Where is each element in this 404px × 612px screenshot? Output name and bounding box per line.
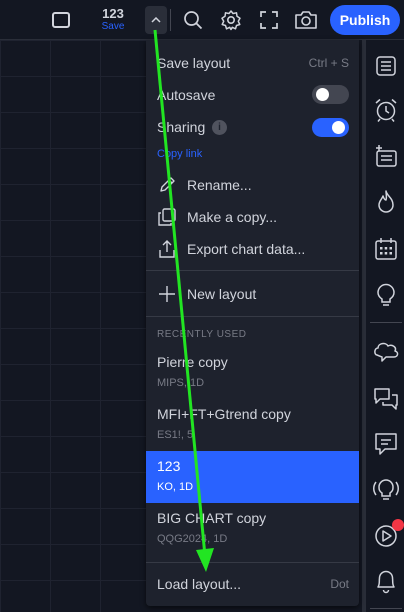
- fullscreen-icon[interactable]: [256, 8, 282, 32]
- recent-layout-symbol: KO, 1D: [157, 481, 194, 493]
- copy-link[interactable]: Copy link: [157, 148, 202, 160]
- load-layout-label: Load layout...: [157, 576, 242, 592]
- chart-area[interactable]: [0, 40, 146, 612]
- recent-layout-name: 123: [157, 458, 181, 474]
- export-item[interactable]: Export chart data...: [146, 236, 359, 262]
- plus-icon: [156, 283, 178, 305]
- gear-icon[interactable]: [218, 8, 244, 32]
- export-icon: [156, 238, 178, 260]
- make-copy-item[interactable]: Make a copy...: [146, 204, 359, 230]
- camera-icon[interactable]: [293, 8, 319, 32]
- autosave-item[interactable]: Autosave: [146, 82, 359, 108]
- calendar-icon[interactable]: [372, 235, 400, 263]
- new-layout-item[interactable]: New layout: [146, 281, 359, 307]
- ideas-lightbulb-icon[interactable]: [372, 282, 400, 310]
- menu-divider: [146, 316, 359, 317]
- live-stream-icon[interactable]: [372, 477, 400, 505]
- save-layout-button[interactable]: 123 Save: [95, 6, 131, 34]
- layout-dropdown-menu: Save layout Ctrl + S Autosave Sharing i …: [146, 40, 359, 606]
- recent-layout-name: MFI+FT+Gtrend copy: [157, 406, 291, 422]
- copy-icon: [156, 206, 178, 228]
- top-toolbar: 123 Save Publish: [0, 0, 404, 40]
- recent-layout-symbol: QQG2024, 1D: [157, 533, 228, 545]
- recent-layout-item[interactable]: MFI+FT+Gtrend copy ES1!, 5: [146, 399, 359, 451]
- info-icon[interactable]: i: [212, 120, 227, 135]
- sidebar-divider: [370, 608, 402, 609]
- save-layout-item[interactable]: Save layout Ctrl + S: [146, 50, 359, 76]
- sidebar-divider: [370, 322, 402, 323]
- save-layout-shortcut: Ctrl + S: [308, 56, 349, 70]
- sharing-toggle[interactable]: [312, 118, 349, 137]
- menu-divider: [146, 562, 359, 563]
- autosave-toggle[interactable]: [312, 85, 349, 104]
- layout-square-icon[interactable]: [50, 10, 72, 30]
- sharing-label: Sharing: [157, 119, 206, 135]
- alarm-clock-icon[interactable]: [372, 96, 400, 124]
- community-icon[interactable]: [372, 385, 400, 413]
- right-sidebar: [362, 40, 404, 612]
- recent-layout-symbol: MIPS, 1D: [157, 377, 205, 389]
- messages-icon[interactable]: [372, 430, 400, 458]
- recent-layout-item[interactable]: BIG CHART copy QQG2024, 1D: [146, 503, 359, 555]
- watchlist-icon[interactable]: [372, 52, 400, 80]
- notification-dot: [392, 519, 404, 531]
- chats-icon[interactable]: [372, 338, 400, 366]
- save-label: Save: [101, 21, 125, 32]
- chevron-up-icon[interactable]: [145, 6, 167, 34]
- make-copy-label: Make a copy...: [187, 209, 278, 225]
- load-layout-shortcut: Dot: [330, 577, 349, 591]
- export-label: Export chart data...: [187, 241, 306, 257]
- load-layout-item[interactable]: Load layout... Dot: [146, 571, 359, 597]
- layout-name: 123: [102, 6, 124, 21]
- search-icon[interactable]: [180, 8, 206, 32]
- rename-label: Rename...: [187, 177, 252, 193]
- recent-layout-symbol: ES1!, 5: [157, 429, 194, 441]
- recent-layout-item[interactable]: Pierre copy MIPS, 1D: [146, 347, 359, 399]
- new-layout-label: New layout: [187, 286, 257, 302]
- notifications-bell-icon[interactable]: [372, 567, 400, 595]
- news-icon[interactable]: [372, 142, 400, 170]
- publish-button[interactable]: Publish: [330, 5, 400, 35]
- sharing-item[interactable]: Sharing i: [146, 114, 359, 140]
- autosave-label: Autosave: [157, 87, 216, 103]
- recently-used-title: RECENTLY USED: [157, 329, 247, 340]
- recent-layout-item-active[interactable]: 123 KO, 1D: [146, 451, 359, 503]
- recent-layout-name: Pierre copy: [157, 354, 228, 370]
- toolbar-divider: [170, 9, 171, 31]
- recent-layout-name: BIG CHART copy: [157, 510, 267, 526]
- save-layout-label: Save layout: [157, 55, 231, 71]
- pencil-icon: [156, 174, 178, 196]
- menu-divider: [146, 270, 359, 271]
- hotlist-fire-icon[interactable]: [372, 188, 400, 216]
- rename-item[interactable]: Rename...: [146, 172, 359, 198]
